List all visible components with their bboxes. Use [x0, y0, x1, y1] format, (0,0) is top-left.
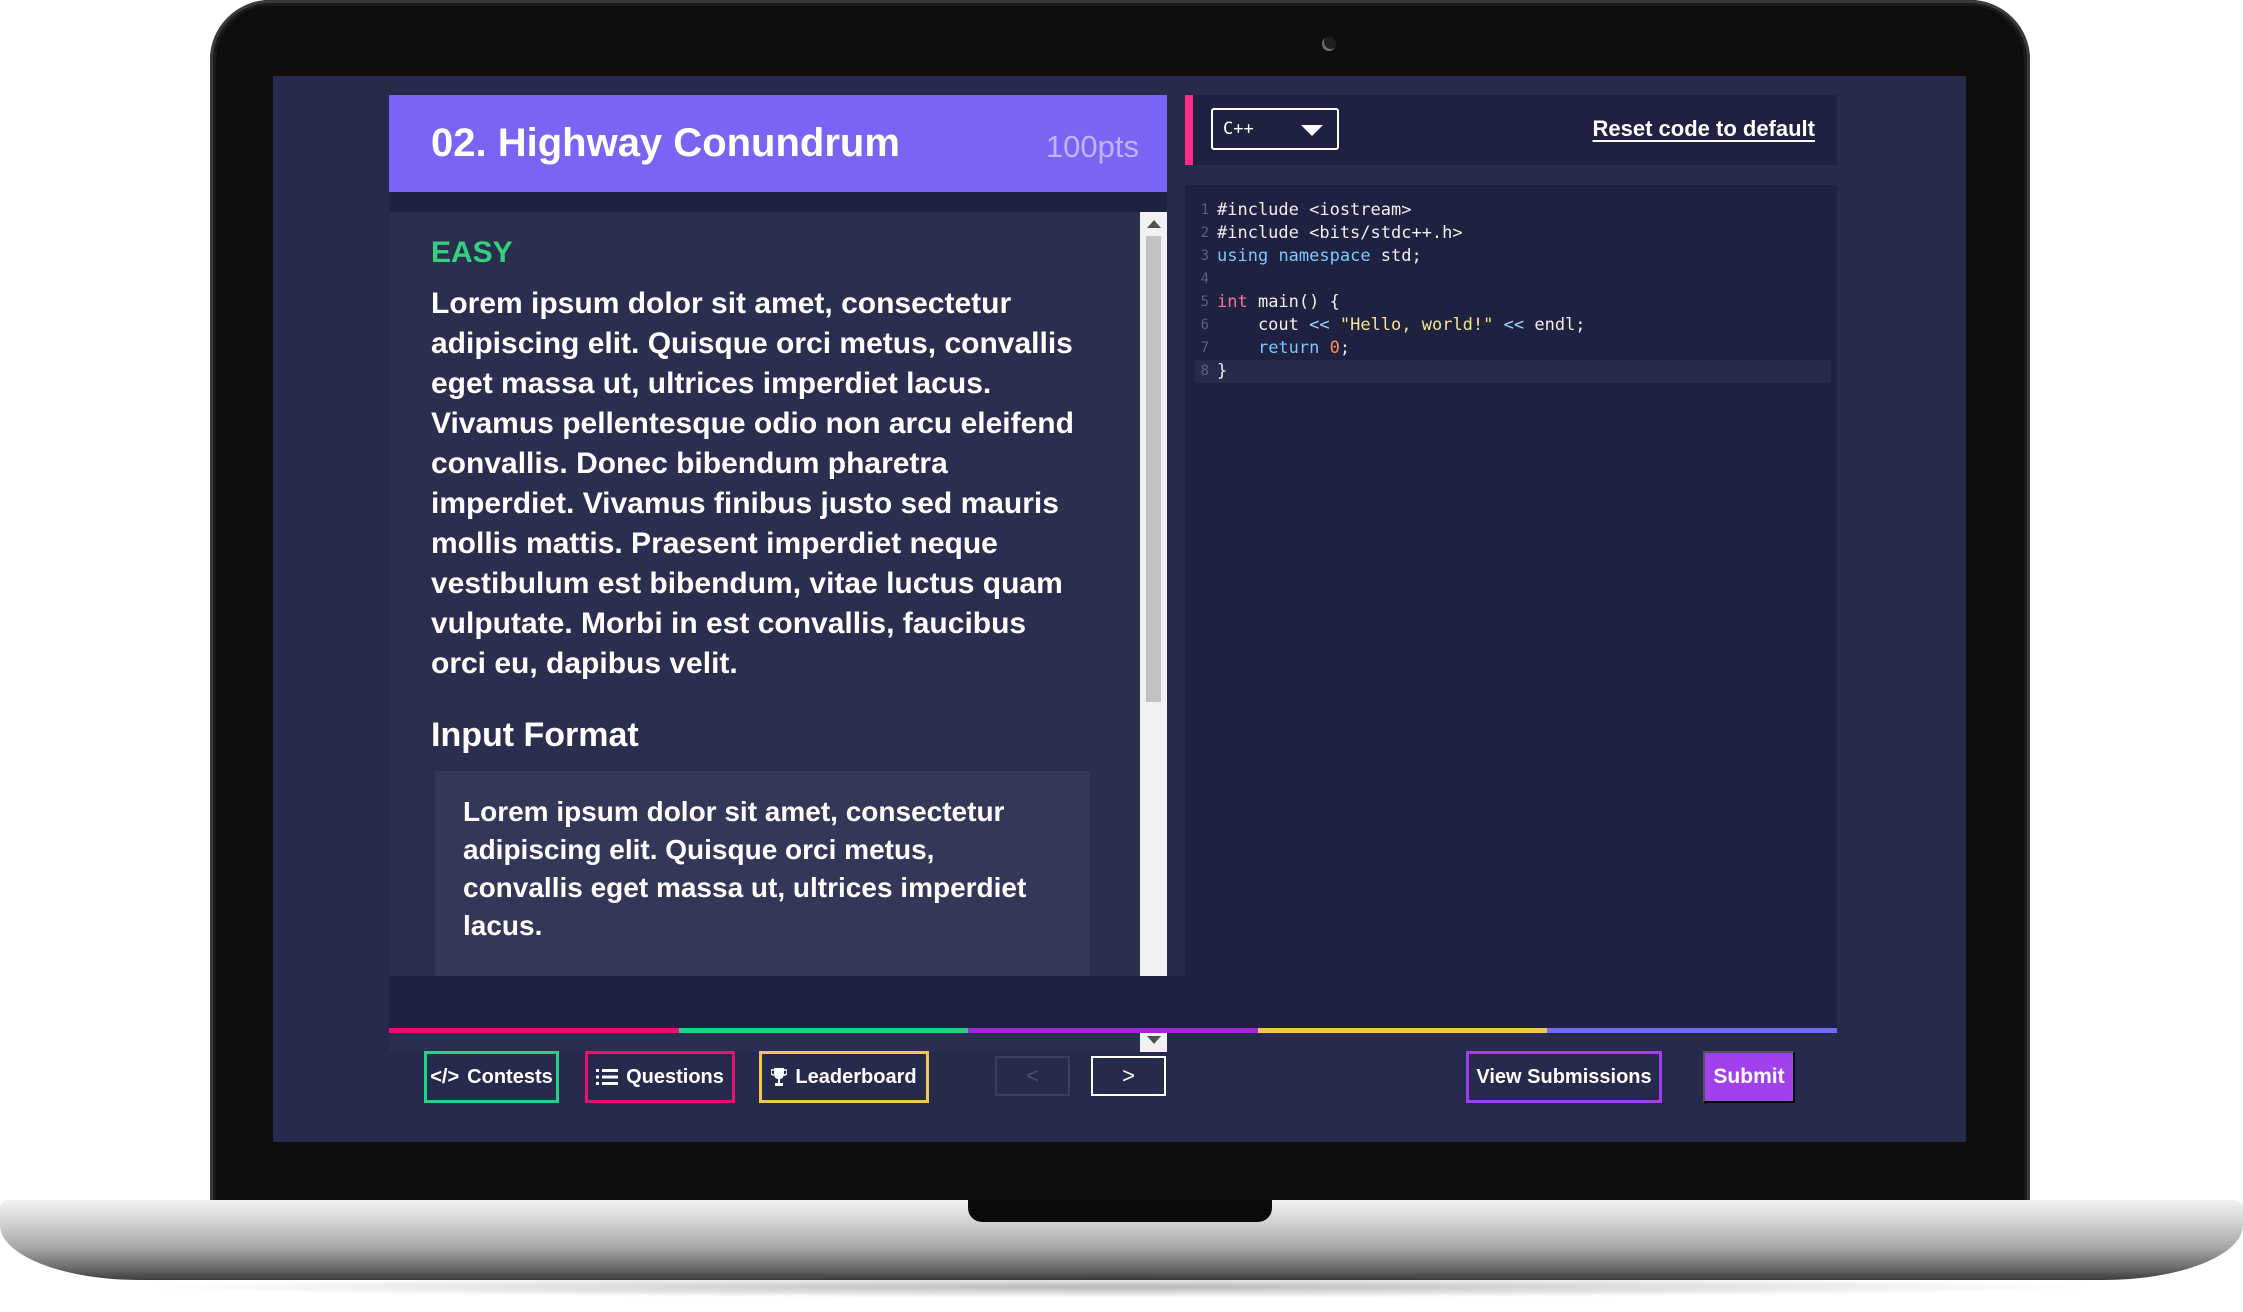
screen: 02. Highway Conundrum 100pts EASY Lorem …	[273, 76, 1966, 1142]
header-divider	[389, 192, 1167, 212]
rainbow-segment	[1257, 1028, 1548, 1033]
rainbow-segment	[678, 1028, 969, 1033]
view-submissions-button[interactable]: View Submissions	[1466, 1051, 1662, 1103]
code-area[interactable]: 1 #include <iostream> 2 #include <bits/std…	[1195, 199, 1831, 383]
line-number: 8	[1200, 363, 1209, 379]
problem-scrollbar[interactable]	[1140, 212, 1167, 1052]
line-number: 7	[1200, 340, 1209, 356]
scroll-down-icon[interactable]	[1140, 1030, 1167, 1050]
code-text: using namespace std;	[1217, 246, 1422, 266]
reset-code-link[interactable]: Reset code to default	[1593, 116, 1815, 142]
scroll-thumb[interactable]	[1146, 236, 1161, 702]
code-line: 4	[1195, 268, 1831, 291]
questions-label: Questions	[626, 1065, 724, 1088]
previous-button[interactable]: <	[995, 1056, 1070, 1096]
bottom-strip	[389, 976, 1837, 1028]
view-submissions-label: View Submissions	[1476, 1065, 1652, 1088]
list-icon	[596, 1069, 619, 1085]
problem-title: 02. Highway Conundrum	[431, 121, 900, 165]
contests-button[interactable]: </> Contests	[424, 1051, 559, 1103]
code-line: 2 #include <bits/stdc++.h>	[1195, 222, 1831, 245]
editor-gap	[1185, 165, 1837, 185]
problem-description: Lorem ipsum dolor sit amet, consectetur …	[431, 287, 1074, 680]
rainbow-segment	[389, 1028, 679, 1033]
code-text: }	[1217, 361, 1228, 381]
code-text: return 0;	[1257, 338, 1351, 358]
chevron-down-icon	[1301, 125, 1323, 136]
input-format-box: Lorem ipsum dolor sit amet, consectetur …	[435, 771, 1090, 1011]
next-button[interactable]: >	[1091, 1056, 1166, 1096]
line-number: 4	[1200, 271, 1209, 287]
rainbow-segment	[968, 1028, 1258, 1033]
code-text: #include <iostream>	[1217, 200, 1412, 220]
code-line: 6 cout << "Hello, world!" << endl;	[1195, 314, 1831, 337]
questions-button[interactable]: Questions	[585, 1051, 735, 1103]
scroll-up-icon[interactable]	[1140, 214, 1167, 234]
leaderboard-label: Leaderboard	[795, 1065, 917, 1088]
code-icon: </>	[430, 1065, 460, 1088]
submit-button[interactable]: Submit	[1703, 1051, 1795, 1103]
code-line: 7 return 0;	[1195, 337, 1831, 360]
rainbow-segment	[1547, 1028, 1837, 1033]
line-number: 2	[1200, 225, 1209, 241]
editor-accent-bar	[1185, 95, 1193, 165]
difficulty-badge: EASY	[431, 236, 513, 269]
code-text: cout << "Hello, world!" << endl;	[1217, 315, 1586, 335]
contests-label: Contests	[467, 1065, 553, 1088]
problem-points: 100pts	[1045, 128, 1139, 164]
laptop-notch	[968, 1200, 1272, 1222]
code-text: int main() {	[1217, 292, 1340, 312]
line-number: 5	[1200, 294, 1209, 310]
code-line: 1 #include <iostream>	[1195, 199, 1831, 222]
rainbow-divider	[389, 1028, 1837, 1033]
laptop-shadow	[140, 1276, 2100, 1298]
language-select[interactable]: C++	[1211, 108, 1339, 150]
code-editor[interactable]: 1 #include <iostream> 2 #include <bits/std…	[1185, 185, 1837, 977]
language-value: C++	[1223, 119, 1254, 139]
input-format-heading: Input Format	[431, 716, 639, 754]
code-text: #include <bits/stdc++.h>	[1217, 223, 1463, 243]
problem-statement: EASY Lorem ipsum dolor sit amet, consect…	[389, 212, 1151, 1052]
code-line: 5 int main() {	[1195, 291, 1831, 314]
leaderboard-button[interactable]: Leaderboard	[759, 1051, 929, 1103]
camera-icon	[1322, 37, 1336, 51]
line-number: 1	[1200, 202, 1209, 218]
code-line: 8}	[1195, 360, 1831, 383]
line-number: 3	[1200, 248, 1209, 264]
trophy-icon	[771, 1068, 788, 1086]
problem-header: 02. Highway Conundrum 100pts	[389, 95, 1167, 192]
input-format-text: Lorem ipsum dolor sit amet, consectetur …	[463, 796, 1027, 941]
code-line: 3 using namespace std;	[1195, 245, 1831, 268]
line-number: 6	[1200, 317, 1209, 333]
